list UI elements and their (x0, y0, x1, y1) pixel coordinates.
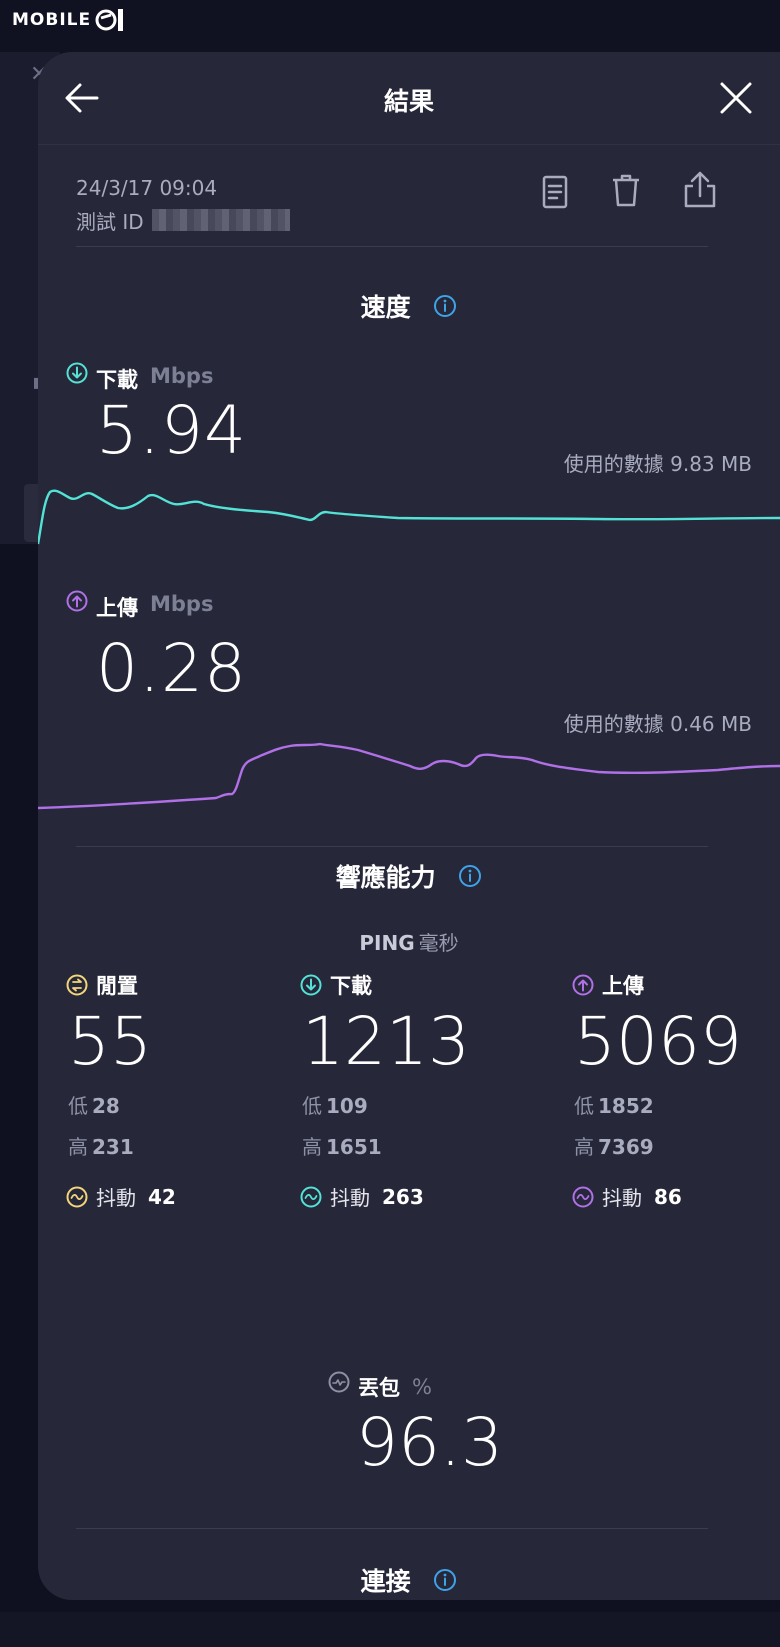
packet-loss-value: 96.3 (356, 1404, 503, 1481)
upload-high-value: 7369 (598, 1135, 654, 1159)
connection-section-title: 連接 (38, 1562, 780, 1598)
idle-icon (66, 974, 88, 996)
ping-upload-column: 上傳 5069 低 1852 高 7369 抖動 86 (572, 970, 772, 1211)
info-icon[interactable] (433, 1568, 457, 1592)
ping-label: PING (359, 931, 415, 955)
download-high-value: 1651 (326, 1135, 382, 1159)
idle-label: 閒置 (66, 970, 306, 1000)
ping-idle-column: 閒置 55 低 28 高 231 抖動 42 (66, 970, 306, 1211)
test-datetime: 24/3/17 09:04 (76, 176, 218, 200)
upload-unit: Mbps (150, 592, 214, 616)
info-icon[interactable] (458, 864, 482, 888)
idle-jitter: 抖動 42 (66, 1182, 306, 1211)
test-id-label: 測試 ID (76, 210, 144, 234)
idle-high-label: 高 (68, 1135, 88, 1159)
packet-loss-label-text: 丟包 (358, 1376, 400, 1400)
responsiveness-divider (76, 1528, 708, 1529)
idle-high: 高 231 (68, 1131, 306, 1160)
download-speed-label: 下載 Mbps (66, 352, 213, 394)
idle-low-value: 28 (92, 1094, 120, 1118)
page-title: 結果 (383, 87, 434, 116)
download-jitter: 抖動 263 (300, 1182, 540, 1211)
upload-high-label: 高 (574, 1135, 594, 1159)
mobile01-logo-icon (95, 9, 124, 31)
ping-heading: PING 毫秒 (38, 927, 780, 956)
download-arrow-icon (300, 974, 322, 996)
upload-arrow-icon (572, 974, 594, 996)
connection-title-text: 連接 (360, 1567, 411, 1596)
download-ping-high: 高 1651 (302, 1131, 540, 1160)
upload-speed-value: 0.28 (96, 630, 247, 707)
download-label-text: 下載 (96, 368, 138, 392)
ping-download-label-text: 下載 (330, 974, 372, 998)
download-low-label: 低 (302, 1094, 322, 1118)
upload-speed-label: 上傳 Mbps (66, 580, 213, 622)
ping-unit: 毫秒 (418, 931, 459, 955)
responsiveness-section-title: 響應能力 (38, 858, 780, 894)
upload-arrow-icon (66, 590, 88, 612)
idle-low: 低 28 (68, 1090, 306, 1119)
speed-title-text: 速度 (360, 293, 411, 322)
download-low-value: 109 (326, 1094, 368, 1118)
upload-jitter: 抖動 86 (572, 1182, 772, 1211)
download-jitter-label: 抖動 (330, 1186, 370, 1210)
close-icon[interactable] (718, 80, 754, 116)
ping-download-label: 下載 (300, 970, 540, 1000)
result-panel: 結果 24/3/17 09:04 測試 ID 速度 下載 Mbps 5.94 使… (38, 52, 780, 1600)
packet-loss-unit: % (412, 1375, 432, 1399)
speed-section-title: 速度 (38, 288, 780, 324)
packet-loss-label: 丟包 % (328, 1362, 432, 1402)
panel-header: 結果 (38, 52, 780, 144)
download-arrow-icon (66, 362, 88, 384)
share-icon[interactable] (682, 170, 718, 210)
upload-jitter-value: 86 (654, 1184, 682, 1209)
ping-upload-label-text: 上傳 (602, 974, 644, 998)
info-icon[interactable] (433, 294, 457, 318)
screen: MOBILE ✕ ▪ 結果 24/3/17 09:04 測試 ID (0, 0, 780, 1647)
upload-jitter-label: 抖動 (602, 1186, 642, 1210)
upload-low-value: 1852 (598, 1094, 654, 1118)
upload-ping-high: 高 7369 (574, 1131, 772, 1160)
download-jitter-value: 263 (382, 1184, 424, 1209)
ping-upload-label: 上傳 (572, 970, 772, 1000)
trash-icon[interactable] (610, 172, 642, 210)
upload-low-label: 低 (574, 1094, 594, 1118)
responsiveness-title-text: 響應能力 (335, 863, 436, 892)
idle-jitter-label: 抖動 (96, 1186, 136, 1210)
download-ping-low: 低 109 (302, 1090, 540, 1119)
download-unit: Mbps (150, 364, 214, 388)
download-high-label: 高 (302, 1135, 322, 1159)
upload-ping-low: 低 1852 (574, 1090, 772, 1119)
watermark-logo: MOBILE (12, 6, 129, 34)
jitter-wave-icon (300, 1186, 322, 1207)
jitter-wave-icon (66, 1186, 88, 1207)
idle-label-text: 閒置 (96, 974, 138, 998)
upload-ping-value: 5069 (574, 1003, 742, 1080)
header-divider (38, 144, 780, 145)
idle-low-label: 低 (68, 1094, 88, 1118)
download-data-used: 使用的數據 9.83 MB (563, 452, 752, 476)
download-speed-value: 5.94 (96, 392, 247, 469)
ping-download-column: 下載 1213 低 109 高 1651 抖動 263 (300, 970, 540, 1211)
speed-divider (76, 846, 708, 847)
document-icon[interactable] (540, 174, 570, 210)
upload-speed-chart (38, 742, 780, 810)
idle-ping-value: 55 (68, 1003, 152, 1080)
download-speed-chart (38, 489, 780, 545)
download-speed-line (38, 489, 780, 545)
watermark-bar: MOBILE (0, 0, 780, 52)
upload-label-text: 上傳 (96, 596, 138, 620)
meta-divider (76, 246, 708, 247)
upload-speed-line (38, 742, 780, 810)
packet-loss-icon (328, 1371, 350, 1393)
idle-high-value: 231 (92, 1135, 134, 1159)
jitter-wave-icon (572, 1186, 594, 1207)
test-id-value-redacted (152, 209, 290, 231)
watermark-text: MOBILE (12, 10, 92, 30)
idle-jitter-value: 42 (148, 1184, 176, 1209)
download-ping-value: 1213 (302, 1003, 470, 1080)
